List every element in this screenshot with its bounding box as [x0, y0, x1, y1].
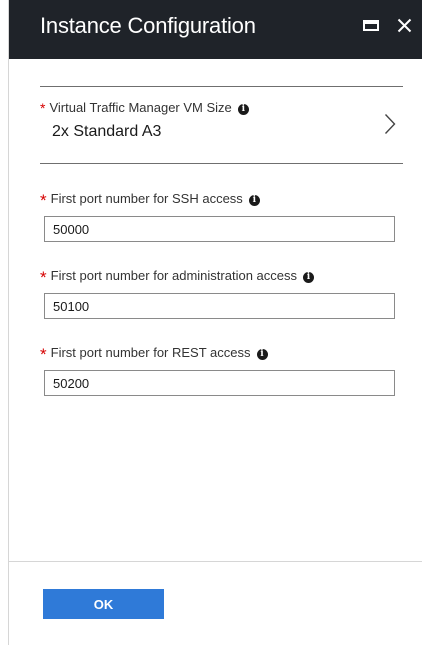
blade-title: Instance Configuration: [40, 13, 256, 38]
rest-port-label-text: First port number for REST access: [50, 345, 251, 360]
instance-configuration-blade: Instance Configuration * Virtual Traffic …: [8, 0, 422, 645]
rest-port-label: * First port number for REST access i: [40, 342, 268, 364]
ssh-port-label-text: First port number for SSH access: [50, 191, 243, 206]
ssh-port-input[interactable]: [44, 216, 395, 242]
info-icon[interactable]: i: [237, 104, 249, 115]
vm-size-label-text: Virtual Traffic Manager VM Size: [49, 100, 232, 115]
required-marker: *: [40, 345, 47, 364]
ok-button[interactable]: OK: [43, 589, 164, 619]
required-marker: *: [40, 191, 47, 210]
required-marker: *: [40, 268, 47, 287]
admin-port-label-text: First port number for administration acc…: [50, 268, 297, 283]
close-icon: [397, 18, 412, 33]
maximize-icon: [363, 20, 379, 31]
admin-port-label: * First port number for administration ac…: [40, 265, 314, 287]
rest-port-input[interactable]: [44, 370, 395, 396]
info-icon[interactable]: i: [248, 195, 260, 206]
vm-size-picker[interactable]: * Virtual Traffic Manager VM Size i 2x Sta…: [40, 87, 403, 163]
ssh-port-label: * First port number for SSH access i: [40, 188, 260, 210]
chevron-right-icon: [384, 114, 396, 134]
required-marker: *: [40, 100, 46, 116]
vm-size-label: * Virtual Traffic Manager VM Size i: [40, 99, 249, 116]
section-divider-bottom: [40, 163, 403, 164]
close-button[interactable]: [395, 12, 417, 38]
maximize-button[interactable]: [361, 12, 383, 38]
info-icon[interactable]: i: [256, 349, 268, 360]
admin-port-input[interactable]: [44, 293, 395, 319]
vm-size-value: 2x Standard A3: [52, 123, 162, 140]
info-icon[interactable]: i: [303, 272, 314, 283]
footer-divider: [9, 561, 422, 562]
blade-header: Instance Configuration: [9, 0, 422, 59]
